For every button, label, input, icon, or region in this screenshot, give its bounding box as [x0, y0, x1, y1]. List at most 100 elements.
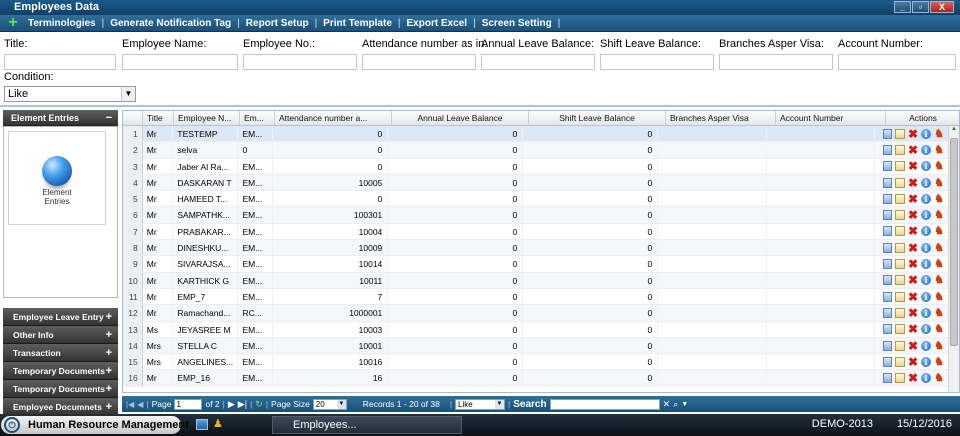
delete-icon[interactable]: ✖ [908, 323, 918, 335]
edit-icon[interactable] [895, 210, 906, 221]
edit-icon[interactable] [895, 128, 906, 139]
search-input[interactable] [549, 398, 660, 410]
view-icon[interactable] [883, 128, 893, 139]
view-icon[interactable] [883, 324, 893, 335]
table-row[interactable]: 9 Mr SIVARAJSA... EM... 10014 0 0 ✖ i ♞ [123, 256, 949, 273]
edit-icon[interactable] [895, 144, 906, 155]
employee-icon[interactable]: ♞ [934, 340, 944, 351]
delete-icon[interactable]: ✖ [908, 291, 918, 303]
scroll-up-icon[interactable]: ▲ [949, 126, 959, 136]
page-number-input[interactable]: 1 [174, 398, 203, 410]
view-icon[interactable] [883, 340, 893, 351]
info-icon[interactable]: i [921, 340, 932, 351]
info-icon[interactable]: i [921, 291, 932, 302]
delete-icon[interactable]: ✖ [908, 225, 918, 237]
table-row[interactable]: 6 Mr SAMPATHK... EM... 100301 0 0 ✖ i ♞ [123, 207, 949, 224]
table-row[interactable]: 3 Mr Jaber Al Ra... EM... 0 0 0 ✖ i ♞ [123, 158, 949, 175]
table-row[interactable]: 15 Mrs ANGELINES... EM... 10016 0 0 ✖ i ♞ [123, 354, 949, 371]
collapse-icon[interactable]: − [106, 110, 112, 126]
edit-icon[interactable] [895, 356, 906, 367]
table-row[interactable]: 10 Mr KARTHICK G EM... 10011 0 0 ✖ i ♞ [123, 272, 949, 289]
employee-icon[interactable]: ♞ [934, 307, 944, 318]
attendance-column-header[interactable]: Attendance number a... [275, 111, 392, 125]
edit-icon[interactable] [895, 259, 906, 270]
delete-icon[interactable]: ✖ [908, 209, 918, 221]
condition-select[interactable]: Like ▼ [4, 86, 136, 102]
delete-icon[interactable]: ✖ [908, 144, 918, 156]
first-page-icon[interactable]: |◀ [126, 400, 134, 409]
edit-icon[interactable] [895, 226, 906, 237]
search-mode-select[interactable]: Like ▼ [455, 398, 506, 410]
view-icon[interactable] [883, 373, 893, 384]
table-row[interactable]: 5 Mr HAMEED T... EM... 0 0 0 ✖ i ♞ [123, 191, 949, 208]
delete-icon[interactable]: ✖ [908, 372, 918, 384]
table-row[interactable]: 8 Mr DINESHKU... EM... 10009 0 0 ✖ i ♞ [123, 240, 949, 257]
employee-icon[interactable]: ♞ [934, 177, 944, 188]
minimize-button[interactable]: _ [894, 1, 911, 13]
view-icon[interactable] [883, 275, 893, 286]
edit-icon[interactable] [895, 242, 906, 253]
chevron-down-icon[interactable]: ▼ [121, 87, 135, 101]
table-row[interactable]: 14 Mrs STELLA C EM... 10001 0 0 ✖ i ♞ [123, 337, 949, 355]
report-setup-button[interactable]: Report Setup [240, 18, 315, 29]
group-temporary-documents[interactable]: Temporary Documents + [3, 362, 118, 380]
info-icon[interactable]: i [921, 226, 932, 237]
info-icon[interactable]: i [921, 275, 932, 286]
edit-icon[interactable] [895, 307, 906, 318]
table-row[interactable]: 2 Mr selva 0 0 0 0 ✖ i ♞ [123, 142, 949, 159]
element-entries-header[interactable]: Element Entries − [3, 110, 118, 126]
delete-icon[interactable]: ✖ [908, 307, 918, 319]
view-icon[interactable] [883, 210, 893, 221]
info-icon[interactable]: i [921, 161, 932, 172]
delete-icon[interactable]: ✖ [908, 340, 918, 352]
edit-icon[interactable] [895, 193, 906, 204]
next-page-icon[interactable]: ▶ [228, 399, 235, 410]
chevron-down-icon[interactable]: ▼ [681, 401, 688, 408]
view-icon[interactable] [883, 177, 893, 188]
export-excel-button[interactable]: Export Excel [401, 18, 474, 29]
table-row[interactable]: 12 Mr Ramachand... RC... 1000001 0 0 ✖ i ♞ [123, 305, 949, 322]
chevron-down-icon[interactable]: ▼ [336, 399, 346, 409]
view-icon[interactable] [883, 144, 893, 155]
generate-notification-tag-button[interactable]: Generate Notification Tag [104, 18, 237, 29]
info-icon[interactable]: i [921, 177, 932, 188]
employee-icon[interactable]: ♞ [934, 144, 944, 155]
page-size-select[interactable]: 20 ▼ [312, 398, 347, 410]
add-icon[interactable]: + [4, 15, 22, 31]
expand-icon[interactable]: + [106, 308, 112, 326]
chevron-down-icon[interactable]: ▼ [495, 399, 505, 409]
view-icon[interactable] [883, 242, 893, 253]
user-icon[interactable]: ♟ [213, 419, 225, 430]
group-employee-leave-entry[interactable]: Employee Leave Entry + [3, 308, 118, 326]
employee-icon[interactable]: ♞ [934, 259, 944, 270]
info-icon[interactable]: i [921, 210, 932, 221]
employee-icon[interactable]: ♞ [934, 226, 944, 237]
info-icon[interactable]: i [921, 307, 932, 318]
info-icon[interactable]: i [921, 242, 932, 253]
employee-icon[interactable]: ♞ [934, 373, 944, 384]
table-row[interactable]: 4 Mr DASKARAN T EM... 10005 0 0 ✖ i ♞ [123, 174, 949, 192]
expand-icon[interactable]: + [106, 344, 112, 362]
employee-name-column-header[interactable]: Employee N... [174, 111, 240, 125]
employee-no-column-header[interactable]: Em... [240, 111, 275, 125]
taskbar-employees-window[interactable]: Employees... [272, 416, 462, 434]
employee-icon[interactable]: ♞ [934, 242, 944, 253]
previous-page-icon[interactable]: ◀ [137, 400, 143, 409]
expand-icon[interactable]: + [106, 380, 112, 398]
employee-name-filter-input[interactable] [122, 54, 238, 70]
clear-search-icon[interactable]: ✕ [663, 399, 671, 410]
edit-icon[interactable] [895, 275, 906, 286]
edit-icon[interactable] [895, 177, 906, 188]
table-row[interactable]: 7 Mr PRABAKAR... EM... 10004 0 0 ✖ i ♞ [123, 223, 949, 241]
delete-icon[interactable]: ✖ [908, 128, 918, 140]
close-button[interactable]: X [930, 1, 954, 13]
info-icon[interactable]: i [921, 193, 932, 204]
refresh-icon[interactable]: ↻ [255, 399, 263, 410]
title-column-header[interactable]: Title [143, 111, 174, 125]
edit-icon[interactable] [895, 373, 906, 384]
edit-icon[interactable] [895, 324, 906, 335]
expand-icon[interactable]: + [106, 362, 112, 380]
print-template-button[interactable]: Print Template [317, 18, 398, 29]
table-row[interactable]: 11 Mr EMP_7 EM... 7 0 0 ✖ i ♞ [123, 288, 949, 306]
delete-icon[interactable]: ✖ [908, 356, 918, 368]
